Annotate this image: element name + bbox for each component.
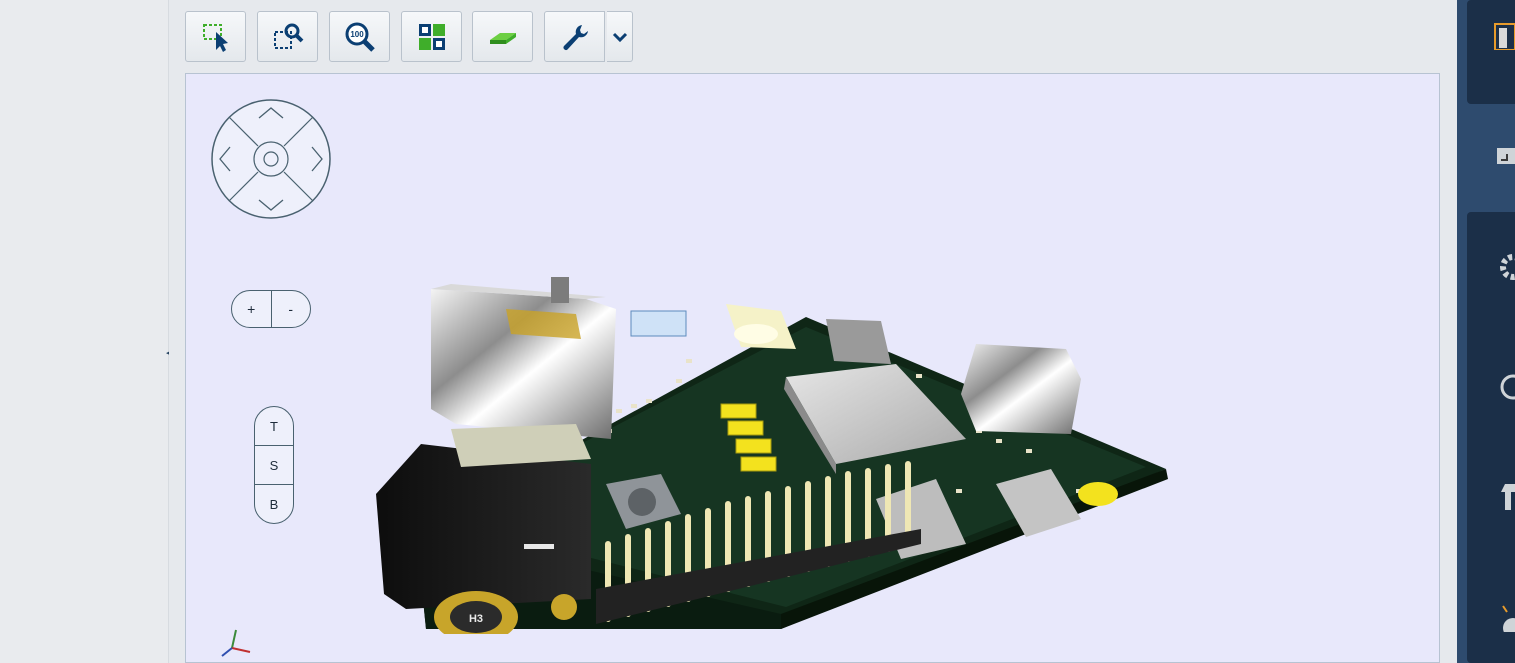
- gear-icon[interactable]: [1485, 252, 1515, 282]
- zoom-area-icon: [273, 23, 303, 49]
- chevron-down-icon: [612, 32, 627, 42]
- select-area-button[interactable]: [185, 11, 246, 62]
- view-bottom-button[interactable]: B: [255, 485, 293, 523]
- tools-dropdown-button[interactable]: [607, 11, 633, 62]
- panel-document-icon[interactable]: [1485, 20, 1515, 50]
- view-control: T S B: [254, 406, 294, 524]
- left-panel: [0, 0, 169, 663]
- panel-schematic-icon[interactable]: [1485, 140, 1515, 170]
- zoom-in-button[interactable]: +: [232, 291, 272, 327]
- mounting-hole-label: H3: [469, 613, 483, 625]
- view-tiles-icon: [418, 23, 445, 50]
- zoom-control: + -: [231, 290, 311, 328]
- zoom-area-button[interactable]: [257, 11, 318, 62]
- view-tiles-button[interactable]: [401, 11, 462, 62]
- right-side-panel: [1457, 0, 1515, 663]
- tools-button[interactable]: [544, 11, 605, 62]
- right-panel-section-top: [1467, 0, 1515, 104]
- 3d-viewport[interactable]: + - T S B H3: [185, 73, 1440, 663]
- zoom-100-label: 100: [350, 30, 364, 39]
- view-top-button[interactable]: T: [255, 407, 293, 446]
- panel-tool-icon[interactable]: [1485, 602, 1515, 632]
- axis-gizmo-icon: [221, 629, 251, 657]
- layer-board-button[interactable]: [472, 11, 533, 62]
- zoom-100-button[interactable]: 100: [329, 11, 390, 62]
- zoom-out-button[interactable]: -: [272, 291, 311, 327]
- layer-board-icon: [489, 32, 516, 44]
- wrench-icon: [563, 24, 588, 50]
- select-area-icon: [202, 23, 228, 52]
- panel-circle-icon[interactable]: [1485, 372, 1515, 402]
- pcb-3d-model[interactable]: H3: [376, 199, 1176, 634]
- zoom-100-icon: 100: [345, 22, 375, 52]
- panel-wrench-icon[interactable]: [1485, 482, 1515, 512]
- view-side-button[interactable]: S: [255, 446, 293, 485]
- navigation-pad[interactable]: [210, 98, 332, 220]
